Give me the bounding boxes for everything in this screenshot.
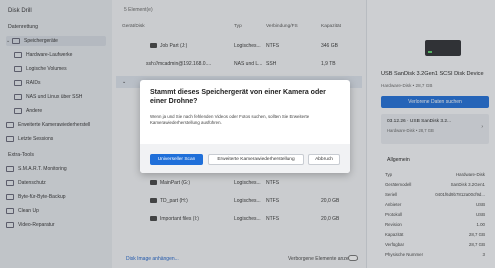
- universal-scan-button[interactable]: Universeller Scan: [150, 154, 203, 165]
- camera-dialog: Stammt dieses Speichergerät von einer Ka…: [140, 80, 350, 173]
- dialog-body: Wenn ja und Sie nach fehlenden Videos od…: [150, 114, 310, 125]
- cancel-button[interactable]: Abbruch: [308, 154, 340, 165]
- dialog-footer: Universeller Scan Erweiterte Kamerawiede…: [140, 144, 350, 173]
- advanced-camera-recovery-button[interactable]: Erweiterte Kamerawiederherstellung: [208, 154, 304, 165]
- dialog-heading: Stammt dieses Speichergerät von einer Ka…: [150, 89, 326, 105]
